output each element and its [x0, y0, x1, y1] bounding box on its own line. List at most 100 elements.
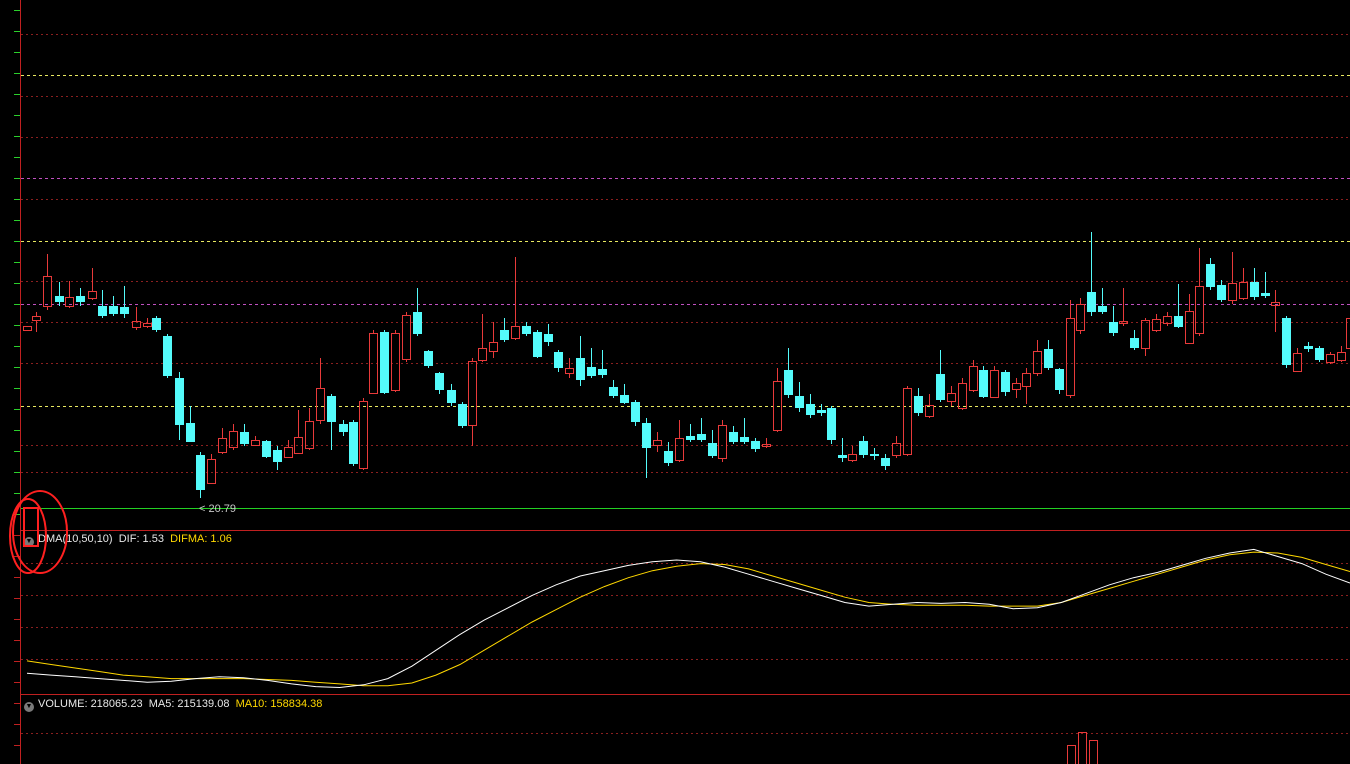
candlestick: [729, 426, 738, 444]
candlestick: [533, 330, 542, 358]
candlestick: [109, 296, 118, 316]
candlestick: [1282, 316, 1291, 368]
candlestick: [251, 436, 260, 446]
candlestick: [565, 358, 574, 378]
candlestick: [969, 360, 978, 392]
candlestick: [489, 322, 498, 358]
candlestick: [1119, 288, 1128, 326]
candlestick: [958, 378, 967, 410]
candlestick: [576, 336, 585, 386]
dma-indicator-chart[interactable]: [0, 531, 1350, 695]
candlestick: [284, 440, 293, 458]
candlestick: [152, 316, 161, 332]
candlestick: [132, 307, 141, 330]
candlestick: [305, 408, 314, 450]
candlestick: [55, 282, 64, 306]
candlestick: [1250, 268, 1259, 300]
ma5-value: MA5: 215139.08: [148, 698, 230, 710]
candlestick-chart[interactable]: [0, 0, 1350, 531]
candlestick: [718, 420, 727, 462]
candlestick: [196, 452, 205, 498]
candlestick: [186, 406, 195, 442]
annotation-circle: [9, 490, 68, 574]
candlestick: [795, 382, 804, 412]
candlestick: [402, 312, 411, 362]
stock-chart-window: < 20.79 财 涨 榜 ▼ DMA(10,50,10) DIF: 1.53 D…: [0, 0, 1350, 764]
candlestick: [327, 394, 336, 450]
candlestick: [1012, 378, 1021, 398]
candlestick: [316, 358, 325, 424]
event-badge-limit-up[interactable]: 涨: [1062, 516, 1074, 529]
candlestick: [554, 350, 563, 372]
chevron-down-icon[interactable]: ▼: [24, 702, 34, 712]
candlestick: [65, 281, 74, 308]
candlestick: [478, 314, 487, 362]
candlestick: [751, 438, 760, 452]
candlestick: [675, 420, 684, 462]
candlestick: [653, 432, 662, 452]
candlestick: [1304, 342, 1313, 352]
candlestick: [88, 268, 97, 300]
event-badge-ranking[interactable]: 榜: [1192, 516, 1204, 529]
candlestick: [218, 428, 227, 454]
candlestick: [1315, 346, 1324, 362]
candlestick: [870, 448, 879, 460]
candlestick: [1087, 232, 1096, 316]
candlestick: [76, 288, 85, 306]
candlestick: [1001, 370, 1010, 396]
candlestick: [1044, 340, 1053, 370]
candlestick: [229, 424, 238, 450]
candlestick: [1163, 312, 1172, 326]
candlestick: [881, 454, 890, 470]
candlestick: [23, 326, 32, 331]
candlestick: [631, 400, 640, 426]
candlestick: [947, 386, 956, 406]
candlestick: [598, 350, 607, 378]
candlestick: [1174, 284, 1183, 328]
candlestick: [369, 330, 378, 394]
candlestick: [32, 312, 41, 332]
dif-value: DIF: 1.53: [118, 533, 164, 545]
candlestick: [990, 366, 999, 398]
candlestick: [1206, 258, 1215, 290]
candlestick: [642, 418, 651, 478]
candlestick: [458, 402, 467, 428]
volume-legend: ▼ VOLUME: 218065.23 MA5: 215139.08 MA10: …: [24, 698, 322, 712]
candlestick: [697, 418, 706, 442]
candlestick: [620, 384, 629, 404]
candlestick: [936, 350, 945, 402]
candlestick: [522, 322, 531, 336]
candlestick: [708, 430, 717, 458]
candlestick: [762, 438, 771, 448]
candlestick: [1141, 318, 1150, 356]
candlestick: [892, 436, 901, 458]
candlestick: [207, 454, 216, 484]
difma-value: DIFMA: 1.06: [170, 533, 232, 545]
candlestick: [859, 436, 868, 458]
candlestick: [848, 446, 857, 462]
candlestick: [1033, 340, 1042, 376]
candlestick: [1261, 272, 1270, 298]
candlestick: [1185, 294, 1194, 344]
volume-bar: [1078, 732, 1087, 764]
candlestick: [1022, 368, 1031, 404]
candlestick: [827, 406, 836, 444]
candlestick: [1130, 330, 1139, 350]
candlestick: [435, 372, 444, 394]
volume-bar: [1089, 740, 1098, 764]
difma-line: [26, 551, 1350, 687]
candlestick: [240, 424, 249, 446]
candlestick: [447, 384, 456, 406]
volume-value: VOLUME: 218065.23: [38, 698, 143, 710]
candlestick: [773, 368, 782, 432]
candlestick: [391, 330, 400, 392]
candlestick: [544, 324, 553, 346]
candlestick: [380, 330, 389, 394]
candlestick: [175, 372, 184, 440]
event-badge-financial[interactable]: 财: [834, 516, 846, 529]
candlestick: [806, 394, 815, 418]
candlestick: [1293, 348, 1302, 372]
candlestick: [740, 418, 749, 444]
candlestick: [294, 410, 303, 454]
volume-bar: [1067, 745, 1076, 764]
